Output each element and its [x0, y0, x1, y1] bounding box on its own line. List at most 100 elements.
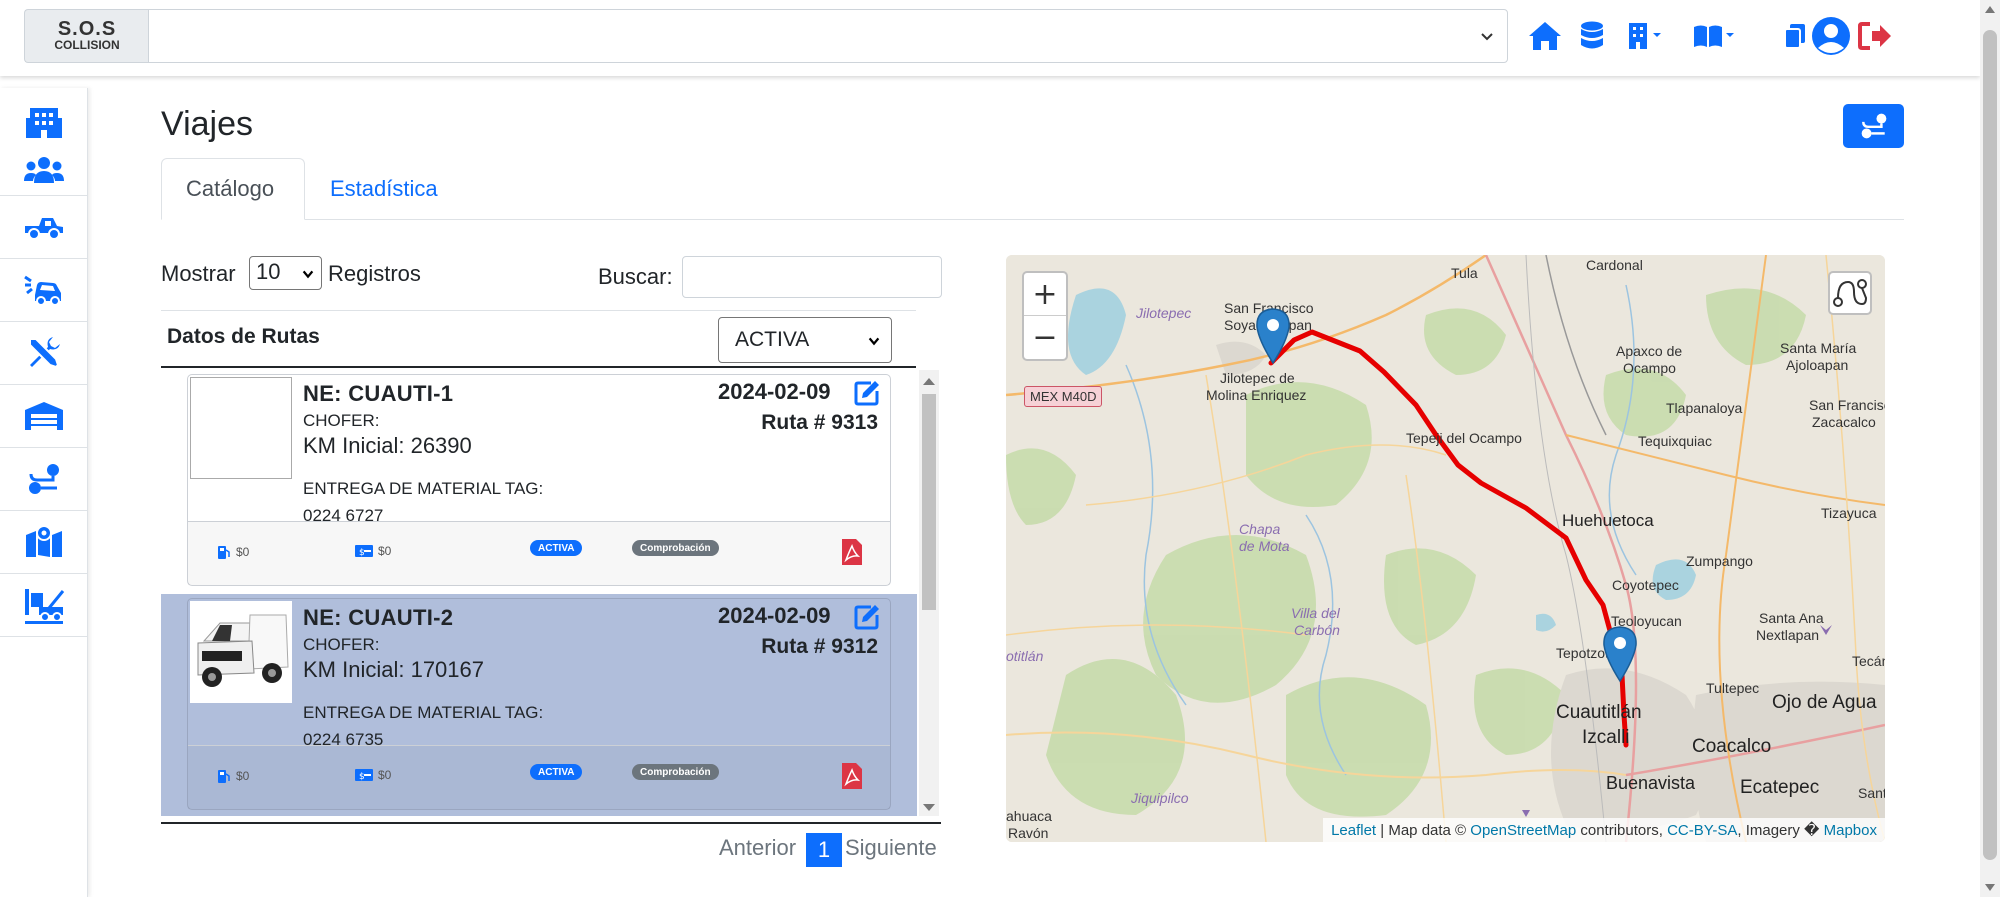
map-label: Apaxco de — [1616, 343, 1683, 359]
pagination-page-1[interactable]: 1 — [806, 833, 842, 867]
car-crash-icon — [24, 275, 61, 306]
map-label: Coyotepec — [1612, 577, 1679, 593]
list-scroll-down-arrow[interactable] — [923, 804, 935, 811]
pdf-icon[interactable] — [840, 762, 864, 790]
route-row[interactable]: NE: CUAUTI-2 CHOFER: KM Inicial: 170167 … — [161, 594, 917, 816]
book-dropdown-icon[interactable] — [1689, 16, 1739, 56]
map-label: Jilotepec de — [1220, 370, 1295, 386]
database-icon[interactable] — [1572, 16, 1612, 56]
list-scroll-up-arrow[interactable] — [923, 378, 935, 385]
list-scrollbar-thumb[interactable] — [922, 394, 936, 610]
scroll-down-arrow[interactable] — [1985, 884, 1995, 891]
sidebar-item-map[interactable] — [0, 511, 88, 574]
status-filter-value: ACTIVA — [735, 328, 810, 351]
building-dropdown-icon[interactable] — [1621, 16, 1671, 56]
map-label: Santa María — [1780, 340, 1857, 356]
copy-icon[interactable] — [1775, 16, 1815, 56]
map-marker-start[interactable] — [1255, 307, 1291, 365]
route-card: NE: CUAUTI-2 CHOFER: KM Inicial: 170167 … — [187, 598, 891, 810]
comprobacion-badge[interactable]: Comprobación — [632, 764, 719, 780]
logout-icon[interactable] — [1855, 16, 1895, 56]
page-scrollbar[interactable] — [1980, 0, 2000, 897]
map-label: Zumpango — [1686, 553, 1753, 569]
user-circle-icon[interactable] — [1811, 16, 1851, 56]
tab-estadistica[interactable]: Estadística — [306, 158, 462, 220]
sidebar — [0, 88, 88, 897]
search-input[interactable] — [682, 256, 942, 298]
pdf-icon[interactable] — [840, 538, 864, 566]
tab-catalogo[interactable]: Catálogo — [161, 158, 305, 220]
vehicle-image — [190, 601, 292, 703]
map-label: de Mota — [1239, 538, 1290, 554]
sidebar-item-vehicles[interactable] — [0, 196, 88, 259]
chevron-down-icon — [868, 337, 880, 346]
brand-line-1: S.O.S — [57, 18, 117, 40]
chevron-down-icon — [1481, 33, 1493, 41]
map-label: Ajoloapan — [1786, 357, 1849, 373]
records-label: Registros — [328, 261, 421, 286]
sidebar-item-companies[interactable] — [0, 100, 88, 144]
attribution-osm-link[interactable]: OpenStreetMap — [1470, 822, 1576, 839]
map-label: Tecám — [1852, 653, 1885, 669]
warehouse-icon — [25, 402, 63, 430]
status-filter-select[interactable]: ACTIVA — [718, 317, 892, 363]
route-icon — [1861, 113, 1886, 139]
sidebar-item-users[interactable] — [0, 144, 88, 196]
svg-text:$: $ — [359, 772, 365, 782]
pagination-previous[interactable]: Anterior — [719, 835, 796, 861]
page-length-select[interactable]: 10 — [249, 256, 322, 290]
sidebar-item-collisions[interactable] — [0, 259, 88, 322]
attribution-mapbox-link[interactable]: Mapbox — [1824, 822, 1877, 839]
route-card: NE: CUAUTI-1 CHOFER: KM Inicial: 26390 E… — [187, 374, 891, 586]
map-label: San Francisco — [1809, 397, 1885, 413]
brand-line-2: COLLISION — [54, 38, 120, 52]
route-row[interactable]: NE: CUAUTI-1 CHOFER: KM Inicial: 26390 E… — [161, 370, 917, 594]
route-entrega-label: ENTREGA DE MATERIAL TAG: — [303, 703, 544, 722]
vehicle-image-broken — [190, 377, 292, 479]
map-label: Coacalco — [1692, 736, 1772, 757]
map-label: Carbón — [1294, 622, 1340, 638]
map-label: Cuautitlán — [1556, 702, 1642, 723]
edit-icon[interactable] — [853, 603, 881, 631]
sidebar-item-warehouse[interactable] — [0, 385, 88, 448]
tools-icon — [29, 337, 60, 369]
map-label: Cardonal — [1586, 257, 1643, 273]
organization-select[interactable] — [148, 9, 1508, 63]
zoom-out-button[interactable]: − — [1024, 316, 1066, 359]
pagination-next[interactable]: Siguiente — [845, 835, 937, 861]
map-label: Tepeji del Ocampo — [1406, 430, 1522, 446]
edit-icon[interactable] — [853, 379, 881, 407]
attribution-leaflet-link[interactable]: Leaflet — [1331, 822, 1376, 839]
list-scrollbar[interactable] — [919, 370, 939, 816]
map-label: Ocampo — [1623, 360, 1676, 376]
chevron-down-icon — [302, 270, 314, 279]
brand-logo: S.O.S COLLISION — [24, 9, 149, 63]
route-fuel: $0 — [236, 769, 250, 783]
sidebar-item-towing[interactable] — [0, 574, 88, 637]
route-chofer: CHOFER: — [303, 635, 380, 654]
scrollbar-thumb[interactable] — [1983, 30, 1997, 860]
route-card-footer: $0 $ $0 ACTIVA Comprobación — [188, 745, 890, 809]
comprobacion-badge[interactable]: Comprobación — [632, 540, 719, 556]
route-date: 2024-02-09 — [718, 603, 831, 628]
attribution-license-link[interactable]: CC-BY-SA — [1667, 822, 1737, 839]
route-map[interactable]: Tula Cardonal Jilotepec San Francisco So… — [1006, 255, 1885, 842]
home-icon[interactable] — [1525, 16, 1565, 56]
routes-list: NE: CUAUTI-1 CHOFER: KM Inicial: 26390 E… — [161, 370, 941, 816]
scroll-up-arrow[interactable] — [1985, 6, 1995, 13]
zoom-in-button[interactable]: + — [1024, 273, 1066, 316]
new-route-button[interactable] — [1843, 104, 1904, 148]
route-cash: $0 — [378, 768, 392, 782]
map-label: Villa del — [1291, 605, 1340, 621]
route-icon — [1833, 279, 1868, 307]
list-bottom-border — [161, 822, 941, 824]
sidebar-item-maintenance[interactable] — [0, 322, 88, 385]
route-entrega-label: ENTREGA DE MATERIAL TAG: — [303, 479, 544, 498]
building-icon — [26, 108, 62, 138]
map-label: Tula — [1451, 265, 1478, 281]
routing-control-button[interactable] — [1828, 271, 1872, 315]
route-fuel: $0 — [236, 545, 250, 559]
money-icon: $ — [355, 769, 373, 782]
sidebar-item-trips[interactable] — [0, 448, 88, 511]
map-marker-end[interactable] — [1602, 625, 1638, 683]
